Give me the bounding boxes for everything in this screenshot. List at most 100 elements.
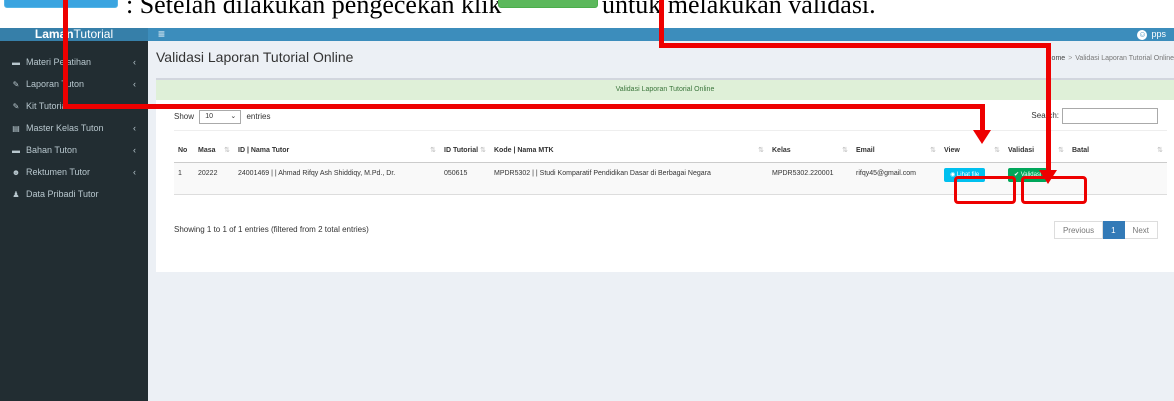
cell-email: rifqy45@gmail.com [852, 162, 940, 195]
column-header-kelas[interactable]: Kelas ⇅ [768, 130, 852, 163]
cell-no: 1 [174, 162, 194, 195]
column-header-batal[interactable]: Batal ⇅ [1068, 130, 1167, 163]
search-input[interactable] [1062, 108, 1158, 124]
table-row: 1 20222 24001469 | | Ahmad Rifqy Ash Shi… [174, 162, 1167, 195]
sidebar-item-laporan-tuton[interactable]: ✎ Laporan Tuton ‹ [0, 73, 148, 95]
folder-icon: ▬ [12, 145, 20, 155]
sidebar-item-label: Rektumen Tutor [26, 167, 91, 177]
brand-logo[interactable]: LamanTutorial [0, 28, 148, 41]
entries-select[interactable]: 10 ⌄ [199, 110, 242, 124]
show-label: Show [174, 112, 195, 122]
column-header-view[interactable]: View ⇅ [940, 130, 1004, 163]
chevron-down-icon: ⌄ [230, 113, 237, 120]
document-caption: : Setelah dilakukan pengecekan klik untu… [0, 0, 1174, 30]
pencil-icon: ✎ [12, 101, 20, 111]
entries-length-control: Show 10 ⌄ entries [174, 110, 271, 124]
sort-icon: ⇅ [430, 147, 436, 154]
annotation-line-right-horizontal [659, 43, 1051, 48]
column-header-label: View [944, 147, 960, 154]
sort-icon: ⇅ [1157, 147, 1163, 154]
annotation-arrow-view [973, 130, 991, 144]
next-page-button[interactable]: Next [1124, 221, 1158, 239]
app-window: LamanTutorial ≡ ☺ pps ▬ Materi Pelatihan … [0, 28, 1174, 401]
pagination: Previous 1 Next [1053, 221, 1158, 239]
page-title: Validasi Laporan Tutorial Online [156, 49, 354, 65]
column-header-label: Batal [1072, 147, 1090, 154]
alert-banner: Validasi Laporan Tutorial Online [156, 80, 1174, 100]
column-header-validasi[interactable]: Validasi ⇅ [1004, 130, 1068, 163]
column-header-label: No [178, 147, 188, 154]
annotation-line-left-vertical [63, 0, 68, 108]
sidebar-item-master-kelas-tuton[interactable]: ▤ Master Kelas Tuton ‹ [0, 117, 148, 139]
sort-icon: ⇅ [758, 147, 764, 154]
data-table: No Masa ⇅ ID | Nama Tutor ⇅ ID Tutorial ⇅ K… [174, 130, 1167, 195]
sort-icon: ⇅ [1058, 147, 1064, 154]
column-header-masa[interactable]: Masa ⇅ [194, 130, 234, 163]
user-icon: ♟ [12, 189, 20, 199]
username: pps [1151, 29, 1166, 39]
entries-label: entries [246, 112, 271, 122]
sidebar-item-rektumen-tutor[interactable]: ☻ Rektumen Tutor ‹ [0, 161, 148, 183]
sidebar-item-materi-pelatihan[interactable]: ▬ Materi Pelatihan ‹ [0, 51, 148, 73]
caption-text-after: untuk melakukan validasi. [602, 0, 876, 19]
annotation-line-validasi-vertical [1046, 43, 1051, 173]
pencil-icon: ✎ [12, 79, 20, 89]
chevron-left-icon: ‹ [133, 79, 136, 89]
cell-id-tutorial: 050615 [440, 162, 490, 195]
user-avatar-icon: ☺ [1137, 29, 1148, 40]
entries-select-value: 10 [205, 113, 214, 120]
sidebar-item-label: Bahan Tuton [26, 145, 78, 155]
user-menu[interactable]: ☺ pps [1137, 28, 1166, 41]
annotation-line-view-vertical [980, 104, 985, 132]
chevron-left-icon: ‹ [133, 167, 136, 177]
sidebar-item-label: Master Kelas Tuton [26, 123, 104, 133]
caption-validasi-chip [498, 0, 598, 8]
column-header-label: Email [856, 147, 875, 154]
cell-tutor: 24001469 | | Ahmad Rifqy Ash Shiddiqy, M… [234, 162, 440, 195]
sort-icon: ⇅ [994, 147, 1000, 154]
column-header-label: Kelas [772, 147, 791, 154]
chevron-left-icon: ‹ [133, 123, 136, 133]
table-info: Showing 1 to 1 of 1 entries (filtered fr… [174, 225, 369, 234]
annotation-line-horizontal [63, 104, 985, 109]
column-header-mtk[interactable]: Kode | Nama MTK ⇅ [490, 130, 768, 163]
cell-mtk: MPDR5302 | | Studi Komparatif Pendidikan… [490, 162, 768, 195]
column-header-id-tutorial[interactable]: ID Tutorial ⇅ [440, 130, 490, 163]
breadcrumb-current: Validasi Laporan Tutorial Online [1075, 55, 1174, 62]
chevron-left-icon: ‹ [133, 57, 136, 67]
chevron-left-icon: ‹ [133, 145, 136, 155]
sidebar-item-label: Data Pribadi Tutor [26, 189, 99, 199]
annotation-box-view [954, 176, 1016, 204]
sort-icon: ⇅ [930, 147, 936, 154]
column-header-label: ID Tutorial [444, 147, 479, 154]
column-header-label: Validasi [1008, 147, 1035, 154]
cell-masa: 20222 [194, 162, 234, 195]
sidebar: ▬ Materi Pelatihan ‹ ✎ Laporan Tuton ‹ ✎… [0, 41, 148, 401]
sort-icon: ⇅ [842, 147, 848, 154]
sidebar-menu: ▬ Materi Pelatihan ‹ ✎ Laporan Tuton ‹ ✎… [0, 41, 148, 205]
page-1-button[interactable]: 1 [1103, 221, 1125, 239]
annotation-box-validasi [1021, 176, 1087, 204]
sidebar-toggle-icon[interactable]: ≡ [158, 28, 165, 41]
users-icon: ☻ [11, 167, 21, 177]
brand-rest: Tutorial [73, 28, 114, 41]
caption-text-before: : Setelah dilakukan pengecekan klik [126, 0, 502, 19]
folder-icon: ▬ [12, 57, 20, 67]
breadcrumb-separator: > [1068, 55, 1073, 62]
column-header-nama-tutor[interactable]: ID | Nama Tutor ⇅ [234, 130, 440, 163]
column-header-label: Kode | Nama MTK [494, 147, 554, 154]
column-header-email[interactable]: Email ⇅ [852, 130, 940, 163]
top-navbar: LamanTutorial ≡ ☺ pps [0, 28, 1174, 41]
sort-icon: ⇅ [480, 147, 486, 154]
caption-button-chip [4, 0, 118, 8]
column-header-label: Masa [198, 147, 216, 154]
table-header-row: No Masa ⇅ ID | Nama Tutor ⇅ ID Tutorial ⇅ K… [174, 130, 1167, 163]
column-header-no[interactable]: No [174, 130, 194, 163]
previous-page-button[interactable]: Previous [1053, 221, 1104, 239]
sidebar-item-data-pribadi-tutor[interactable]: ♟ Data Pribadi Tutor [0, 183, 148, 205]
breadcrumb: Home > Validasi Laporan Tutorial Online [1047, 55, 1174, 62]
cell-kelas: MPDR5302.220001 [768, 162, 852, 195]
sort-icon: ⇅ [224, 147, 230, 154]
sidebar-item-bahan-tuton[interactable]: ▬ Bahan Tuton ‹ [0, 139, 148, 161]
column-header-label: ID | Nama Tutor [238, 147, 290, 154]
